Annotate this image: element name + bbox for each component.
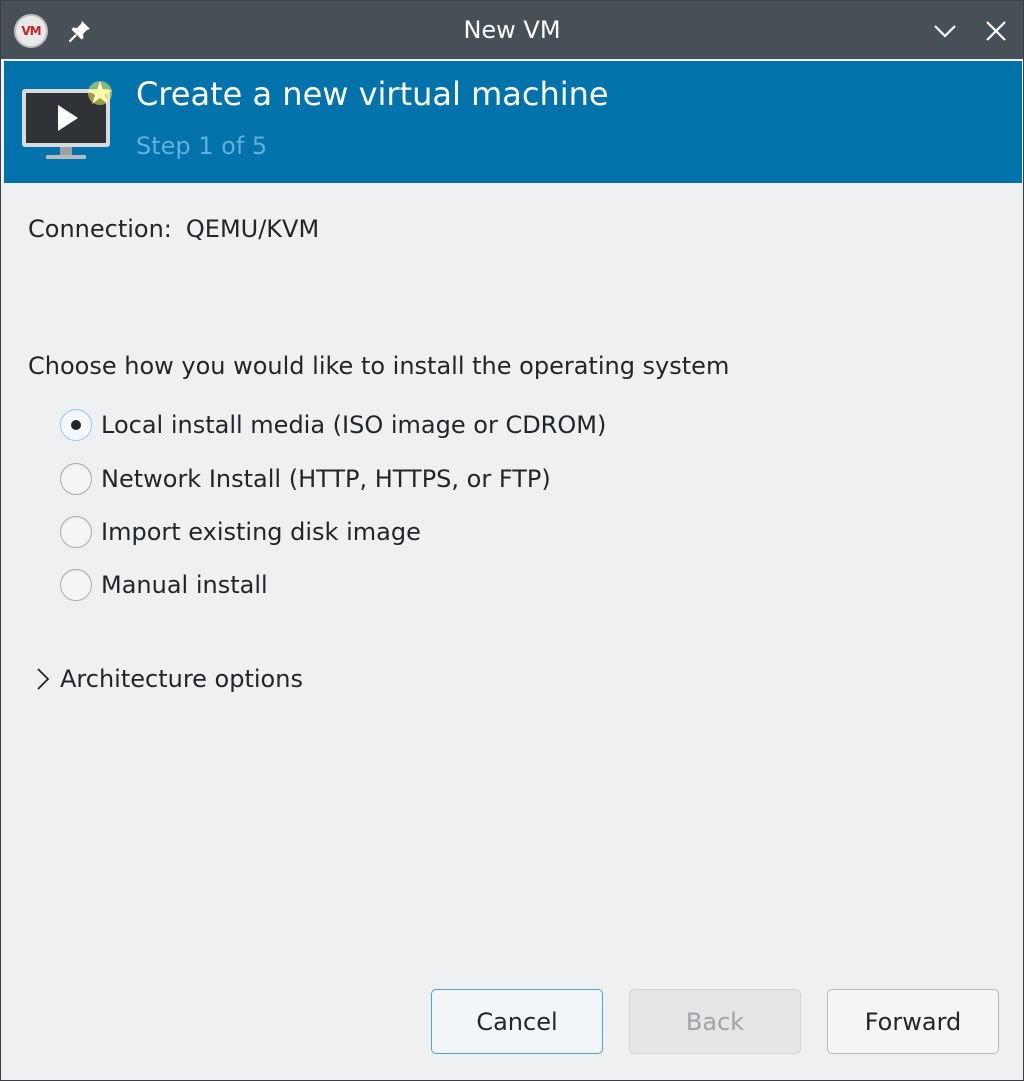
- radio-button[interactable]: [60, 516, 92, 548]
- window-title: New VM: [463, 16, 561, 44]
- radio-import-disk[interactable]: Import existing disk image: [60, 512, 421, 552]
- forward-button[interactable]: Forward: [827, 989, 999, 1054]
- close-icon[interactable]: [982, 17, 1010, 45]
- radio-label[interactable]: Network Install (HTTP, HTTPS, or FTP): [101, 465, 551, 493]
- chevron-down-icon[interactable]: [931, 17, 959, 45]
- monitor-play-icon: [22, 81, 112, 159]
- radio-label[interactable]: Import existing disk image: [101, 518, 421, 546]
- radio-button[interactable]: [60, 463, 92, 495]
- header-banner: Create a new virtual machine Step 1 of 5: [4, 61, 1022, 183]
- connection-row: Connection: QEMU/KVM: [28, 215, 319, 243]
- radio-local-install[interactable]: Local install media (ISO image or CDROM): [60, 405, 606, 445]
- chevron-right-icon[interactable]: [31, 665, 53, 693]
- radio-button[interactable]: [60, 569, 92, 601]
- back-button[interactable]: Back: [629, 989, 801, 1054]
- radio-button[interactable]: [60, 409, 92, 441]
- pin-icon[interactable]: [67, 18, 93, 44]
- radio-selected-dot: [71, 420, 81, 430]
- title-bar[interactable]: New VM VM: [1, 1, 1023, 59]
- radio-label[interactable]: Local install media (ISO image or CDROM): [101, 411, 606, 439]
- architecture-options-expander[interactable]: Architecture options: [31, 659, 303, 699]
- app-icon-text: VM: [21, 24, 41, 38]
- cancel-button[interactable]: Cancel: [431, 989, 603, 1054]
- banner-title: Create a new virtual machine: [136, 75, 609, 113]
- step-indicator: Step 1 of 5: [136, 132, 268, 160]
- expander-label[interactable]: Architecture options: [60, 665, 303, 693]
- radio-network-install[interactable]: Network Install (HTTP, HTTPS, or FTP): [60, 459, 551, 499]
- install-prompt: Choose how you would like to install the…: [28, 352, 730, 380]
- radio-manual-install[interactable]: Manual install: [60, 565, 268, 605]
- radio-label[interactable]: Manual install: [101, 571, 268, 599]
- vm-app-icon[interactable]: VM: [14, 14, 48, 48]
- new-vm-window: New VM VM Create a new virtual machine S…: [0, 0, 1024, 1081]
- connection-value: QEMU/KVM: [185, 215, 320, 243]
- connection-label: Connection:: [28, 215, 172, 243]
